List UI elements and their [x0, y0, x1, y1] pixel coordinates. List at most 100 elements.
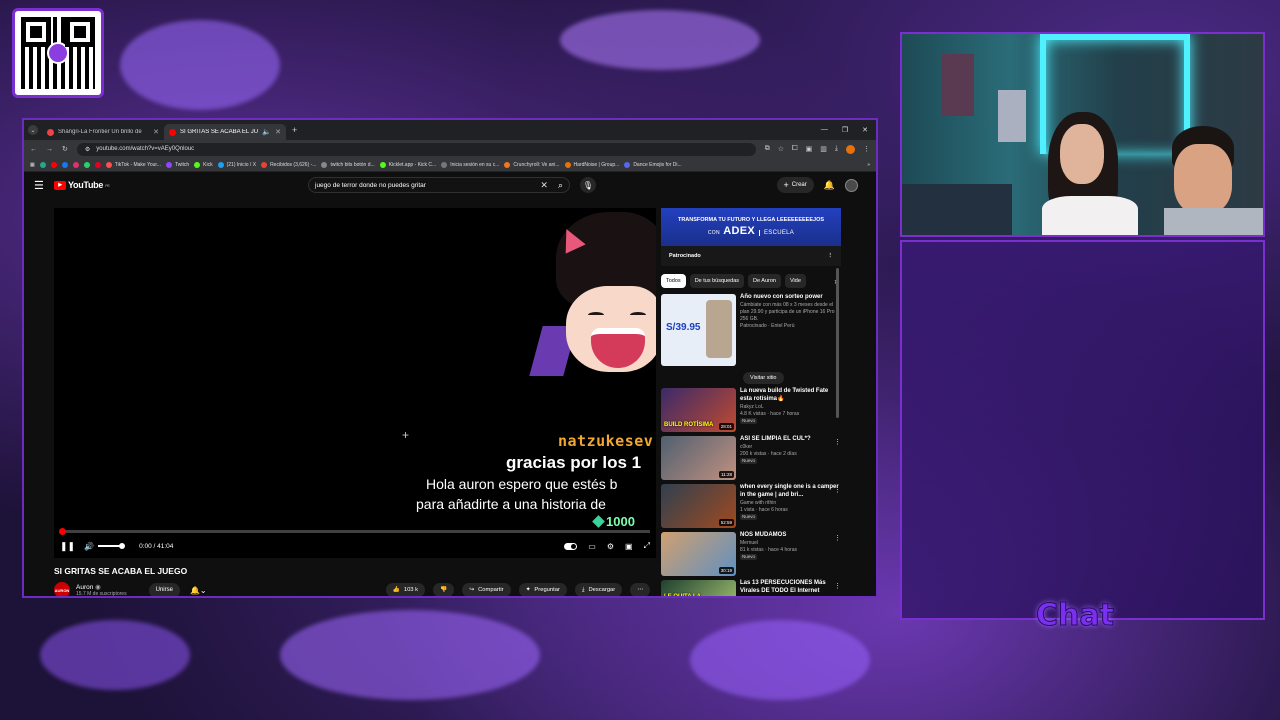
- recommendation-item[interactable]: 52:59 when every single one is a camper i…: [661, 484, 841, 528]
- progress-bar[interactable]: [59, 528, 650, 535]
- volume-icon[interactable]: 🔊: [84, 542, 94, 551]
- video-thumbnail[interactable]: 52:59: [661, 484, 736, 528]
- miniplayer-icon[interactable]: ▣: [625, 542, 633, 551]
- video-thumbnail[interactable]: 30:19: [661, 532, 736, 576]
- filter-chip[interactable]: De Auron: [748, 274, 781, 288]
- puzzle-icon[interactable]: ▣: [806, 145, 813, 154]
- bookmark-item[interactable]: Kicklet.app - Kick C...: [379, 161, 436, 168]
- ad-banner[interactable]: TRANSFORMA TU FUTURO Y LLEGA LEEEEEEEEEJ…: [661, 208, 841, 246]
- youtube-logo[interactable]: ▶ YouTube PE: [54, 180, 110, 190]
- video-thumbnail[interactable]: LE QUITA LA PIERNA: [661, 580, 736, 596]
- video-title[interactable]: NOS MUDAMOS: [740, 532, 841, 540]
- sidebar-scrollbar[interactable]: [836, 268, 839, 418]
- join-button[interactable]: Unirse: [148, 582, 180, 596]
- close-tab-icon[interactable]: ✕: [153, 128, 159, 136]
- more-bookmarks-icon[interactable]: »: [867, 162, 870, 168]
- video-thumbnail[interactable]: BUILD ROTÍSIMA 28:01: [661, 388, 736, 432]
- notifications-bell-icon[interactable]: 🔔: [824, 180, 835, 191]
- bookmark-item[interactable]: HardNoise | Group...: [564, 161, 619, 168]
- profile-icon[interactable]: [846, 144, 855, 154]
- close-tab-icon[interactable]: ✕: [275, 128, 281, 136]
- bookmark-item[interactable]: Recibidos (3,626) -...: [261, 161, 316, 168]
- restore-icon[interactable]: ❐: [842, 126, 848, 134]
- video-title[interactable]: La nueva build de Twisted Fate esta rotí…: [740, 388, 841, 404]
- video-title[interactable]: Año nuevo con sorteo power: [740, 294, 841, 302]
- extensions-icon[interactable]: ⧠: [792, 145, 798, 154]
- new-tab-button[interactable]: +: [292, 125, 297, 135]
- tab-search-button[interactable]: ⌄: [28, 125, 38, 135]
- channel-name[interactable]: Auron ◉: [76, 583, 127, 591]
- bookmark-item[interactable]: Dance Emojis for Di...: [624, 161, 682, 168]
- more-actions-button[interactable]: ⋯: [630, 583, 650, 596]
- like-button[interactable]: 👍 103 k: [385, 583, 426, 596]
- bookmark-item[interactable]: twitch bits botón d...: [321, 161, 375, 168]
- forward-icon[interactable]: →: [46, 146, 53, 153]
- speaker-icon[interactable]: 🔈: [262, 128, 271, 136]
- reload-icon[interactable]: ↻: [62, 145, 68, 153]
- account-avatar[interactable]: [845, 178, 858, 192]
- cast-icon[interactable]: ⧉: [765, 145, 770, 154]
- subscription-bell-icon[interactable]: 🔔⌄: [190, 586, 207, 595]
- progress-knob[interactable]: [59, 528, 66, 535]
- volume-control[interactable]: 🔊: [84, 542, 126, 551]
- bookmark-item[interactable]: TikTok - Make Your...: [105, 161, 161, 168]
- hamburger-menu-icon[interactable]: ☰: [34, 179, 50, 192]
- bookmark-item[interactable]: Crunchyroll: Ve ani...: [504, 161, 560, 168]
- download-icon[interactable]: ⤓: [835, 145, 838, 154]
- video-thumbnail[interactable]: S/39.95: [661, 294, 736, 366]
- tab-si-gritas[interactable]: SI GRITAS SE ACABA EL JU 🔈 ✕: [164, 124, 286, 140]
- autoplay-toggle[interactable]: [564, 542, 578, 550]
- video-player[interactable]: + natzukesev gracias por los 1 Hola auro…: [54, 208, 656, 558]
- recommendation-item[interactable]: S/39.95 Año nuevo con sorteo power Cámbiat…: [661, 294, 841, 366]
- video-title[interactable]: when every single one is a camper in the…: [740, 484, 841, 500]
- dislike-button[interactable]: 👎: [433, 583, 455, 596]
- close-window-icon[interactable]: ✕: [862, 126, 868, 134]
- video-title[interactable]: Las 13 PERSECUCIONES Más Virales DE TODO…: [740, 580, 841, 596]
- bookmark-item[interactable]: Twitch: [165, 161, 189, 168]
- sidepanel-icon[interactable]: ▥: [820, 145, 827, 154]
- search-bar[interactable]: juego de terror donde no puedes gritar ✕…: [308, 177, 570, 193]
- more-options-icon[interactable]: ⋮: [834, 534, 841, 542]
- more-options-icon[interactable]: ⋮: [828, 253, 834, 259]
- recommendation-item[interactable]: BUILD ROTÍSIMA 28:01 La nueva build de Twi…: [661, 388, 841, 432]
- filter-chip[interactable]: Vide: [784, 274, 806, 288]
- ask-button[interactable]: ✦ Preguntar: [518, 583, 567, 596]
- apps-icon[interactable]: ▦: [30, 162, 35, 168]
- volume-slider[interactable]: [98, 543, 126, 549]
- recommendation-item[interactable]: LE QUITA LA PIERNA Las 13 PERSECUCIONES M…: [661, 580, 841, 596]
- bookmark-favicon-icon[interactable]: [61, 161, 68, 168]
- more-options-icon[interactable]: ⋮: [834, 582, 841, 590]
- bookmark-item[interactable]: Inicia sesión en su c...: [441, 161, 499, 168]
- bookmark-favicon-icon[interactable]: [39, 161, 46, 168]
- menu-icon[interactable]: ⋮: [863, 145, 870, 154]
- more-options-icon[interactable]: ⋮: [834, 486, 841, 494]
- create-button[interactable]: + Crear: [776, 177, 814, 193]
- pause-icon[interactable]: ❚❚: [60, 541, 75, 552]
- search-input[interactable]: juego de terror donde no puedes gritar: [315, 182, 540, 189]
- share-button[interactable]: ↪ Compartir: [462, 583, 511, 596]
- bookmark-favicon-icon[interactable]: [50, 161, 57, 168]
- bookmark-item[interactable]: Kick: [194, 161, 213, 168]
- search-icon[interactable]: ⌕: [558, 180, 563, 191]
- bookmark-favicon-icon[interactable]: [94, 161, 101, 168]
- back-icon[interactable]: ←: [30, 146, 37, 153]
- download-button[interactable]: ⤓ Descargar: [574, 583, 623, 596]
- fullscreen-icon[interactable]: ⤢: [644, 541, 650, 551]
- more-options-icon[interactable]: ⋮: [834, 438, 841, 446]
- url-field[interactable]: ⚙ youtube.com/watch?v=vAEy0Qnlouc: [76, 142, 756, 156]
- filter-chip[interactable]: De tus búsquedas: [689, 274, 745, 288]
- subtitles-icon[interactable]: ▭: [588, 542, 596, 551]
- video-thumbnail[interactable]: 11:28: [661, 436, 736, 480]
- channel-avatar[interactable]: AURON: [54, 582, 70, 596]
- bookmark-favicon-icon[interactable]: [83, 161, 90, 168]
- recommendation-item[interactable]: 11:28 ASI SE LIMPIA EL CUL*? c0ker 200 k vi…: [661, 436, 841, 480]
- clear-search-icon[interactable]: ✕: [540, 180, 548, 191]
- tab-shangri-la[interactable]: Shangri-La Frontier Un brillo de ✕: [42, 124, 164, 140]
- visit-site-button[interactable]: Visitar sitio: [743, 372, 784, 384]
- settings-gear-icon[interactable]: ⚙: [607, 542, 614, 551]
- site-info-icon[interactable]: ⚙: [85, 146, 90, 153]
- bookmark-item[interactable]: (21) Inicio / X: [217, 161, 256, 168]
- minimize-icon[interactable]: —: [821, 126, 828, 134]
- video-title[interactable]: ASI SE LIMPIA EL CUL*?: [740, 436, 841, 444]
- recommendation-item[interactable]: 30:19 NOS MUDAMOS Mernuel 81 k vistas · hac…: [661, 532, 841, 576]
